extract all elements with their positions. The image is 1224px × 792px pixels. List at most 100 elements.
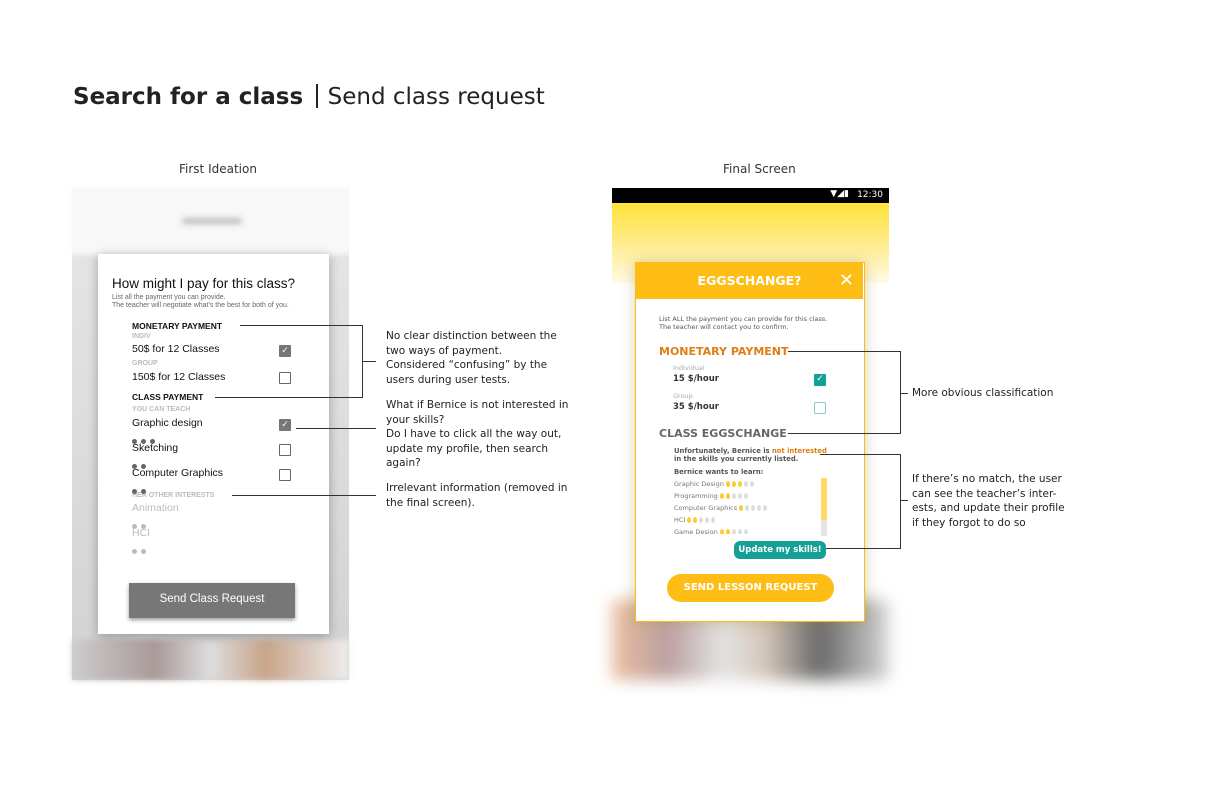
- class-payment-heading: CLASS PAYMENT: [132, 392, 204, 402]
- skill-checkbox[interactable]: [279, 469, 291, 481]
- connector-line: [820, 454, 900, 455]
- dot: [132, 489, 137, 494]
- learn-item: HCI: [674, 516, 829, 528]
- monetary-heading: MONETARY PAYMENT: [659, 345, 789, 358]
- monetary-heading: MONETARY PAYMENT: [132, 321, 223, 331]
- group-label: GROUP: [132, 360, 158, 367]
- learn-skill-name: Programming: [674, 492, 718, 500]
- sub-line: The teacher will contact you to confirm.: [659, 323, 789, 331]
- note-line: the final screen).: [386, 496, 475, 509]
- egg-drop-icon: [757, 505, 762, 511]
- blurred-photos: [72, 640, 349, 680]
- note-line: No clear distinction between the: [386, 330, 557, 342]
- learn-skill-name: HCI: [674, 516, 686, 524]
- learn-list: Graphic Design Programming Computer Graphi…: [674, 480, 829, 534]
- connector-line: [362, 361, 376, 362]
- payment-dialog: How might I pay for this class? List all…: [98, 254, 329, 634]
- final-screen-caption: Final Screen: [723, 162, 796, 176]
- skill-level-drops: [718, 492, 748, 500]
- learn-item: Game Design: [674, 528, 829, 534]
- note-line: your skills?: [386, 413, 445, 426]
- skill-name: Graphic design: [132, 417, 203, 429]
- title-divider: [316, 84, 318, 108]
- note-irrelevant-info: Irrelevant information (removed in the fi…: [386, 481, 567, 510]
- egg-drop-icon: [737, 493, 742, 499]
- egg-drop-icon: [743, 529, 748, 534]
- learn-skill-name: Game Design: [674, 528, 718, 534]
- egg-drop-icon: [693, 517, 698, 523]
- skill-level-dots: [132, 481, 150, 499]
- learn-skill-name: Graphic Design: [674, 480, 724, 488]
- skill-checkbox[interactable]: [279, 444, 291, 456]
- individual-checkbox[interactable]: ✓: [814, 374, 826, 386]
- note-line: If there’s no match, the user: [912, 473, 1062, 485]
- send-class-request-button[interactable]: Send Class Request: [129, 583, 295, 618]
- wifi-signal-battery-icon: ▼◢▮: [830, 189, 849, 199]
- egg-drop-icon: [737, 529, 742, 534]
- egg-drop-icon: [705, 517, 710, 523]
- indiv-checkbox[interactable]: ✓: [279, 345, 291, 357]
- connector-line: [240, 325, 362, 326]
- connector-line: [900, 500, 908, 501]
- learn-item: Computer Graphics: [674, 504, 829, 516]
- note-line: More obvious classification: [912, 387, 1054, 399]
- msg-text: in the skills you currently listed.: [674, 454, 799, 463]
- note-classification: More obvious classification: [912, 386, 1053, 401]
- egg-drop-icon: [743, 481, 748, 487]
- dot: [132, 549, 137, 554]
- group-label: Group: [673, 392, 693, 400]
- skill-name: Computer Graphics: [132, 467, 224, 479]
- note-line: Irrelevant information (removed in: [386, 482, 568, 494]
- first-ideation-caption: First Ideation: [179, 162, 257, 176]
- individual-value: 15 $/hour: [673, 374, 719, 384]
- egg-drop-icon: [725, 529, 730, 534]
- dialog-subtitle: List all the payment you can provide. The…: [112, 294, 289, 310]
- update-skills-button[interactable]: Update my skills!: [734, 541, 826, 559]
- egg-drop-icon: [687, 517, 692, 523]
- status-bar: ▼◢▮ 12:30: [612, 188, 889, 203]
- egg-drop-icon: [731, 529, 736, 534]
- note-line: two ways of payment.: [386, 344, 503, 357]
- connector-line: [900, 393, 908, 394]
- note-line: update my profile, then search: [386, 442, 549, 455]
- send-lesson-request-button[interactable]: SEND LESSON REQUEST: [667, 574, 834, 602]
- egg-drop-icon: [731, 493, 736, 499]
- egg-drop-icon: [763, 505, 768, 511]
- dialog-title: EGGSCHANGE?: [697, 273, 802, 288]
- note-line: ests, and update their profile: [912, 502, 1065, 514]
- egg-drop-icon: [745, 505, 750, 511]
- group-checkbox[interactable]: [279, 372, 291, 384]
- egg-drop-icon: [699, 517, 704, 523]
- note-line: Do I have to click all the way out,: [386, 428, 562, 440]
- individual-label: Individual: [673, 364, 705, 372]
- scrollbar-thumb[interactable]: [821, 478, 827, 520]
- connector-line: [232, 495, 376, 496]
- dialog-header: EGGSCHANGE?: [636, 263, 863, 299]
- note-line: can see the teacher’s inter-: [912, 487, 1057, 500]
- note-no-match: If there’s no match, the user can see the…: [912, 472, 1065, 530]
- note-line: if they forgot to do so: [912, 516, 1026, 529]
- scrollbar[interactable]: [821, 478, 827, 536]
- close-icon[interactable]: ✕: [839, 263, 854, 299]
- dialog-subtitle: List ALL the payment you can provide for…: [659, 315, 827, 331]
- note-line: Considered “confusing” by the: [386, 359, 548, 371]
- learn-item: Graphic Design: [674, 480, 829, 492]
- group-checkbox[interactable]: [814, 402, 826, 414]
- skill-checkbox[interactable]: ✓: [279, 419, 291, 431]
- connector-line: [900, 454, 901, 549]
- egg-drop-icon: [751, 505, 756, 511]
- indiv-label: INDIV: [132, 333, 151, 340]
- skill-name: Sketching: [132, 442, 179, 454]
- you-can-teach-label: YOU CAN TEACH: [132, 406, 191, 413]
- interest-name: HCI: [132, 527, 151, 539]
- skill-level-drops: [737, 504, 768, 512]
- skill-level-drops: [685, 516, 716, 524]
- skill-level-drops: [724, 480, 754, 488]
- connector-line: [296, 428, 376, 429]
- learn-item: Programming: [674, 492, 829, 504]
- egg-drop-icon: [719, 529, 724, 534]
- egg-drop-icon: [743, 493, 748, 499]
- egg-drop-icon: [749, 481, 754, 487]
- blurred-header: [72, 188, 349, 253]
- connector-line: [215, 397, 362, 398]
